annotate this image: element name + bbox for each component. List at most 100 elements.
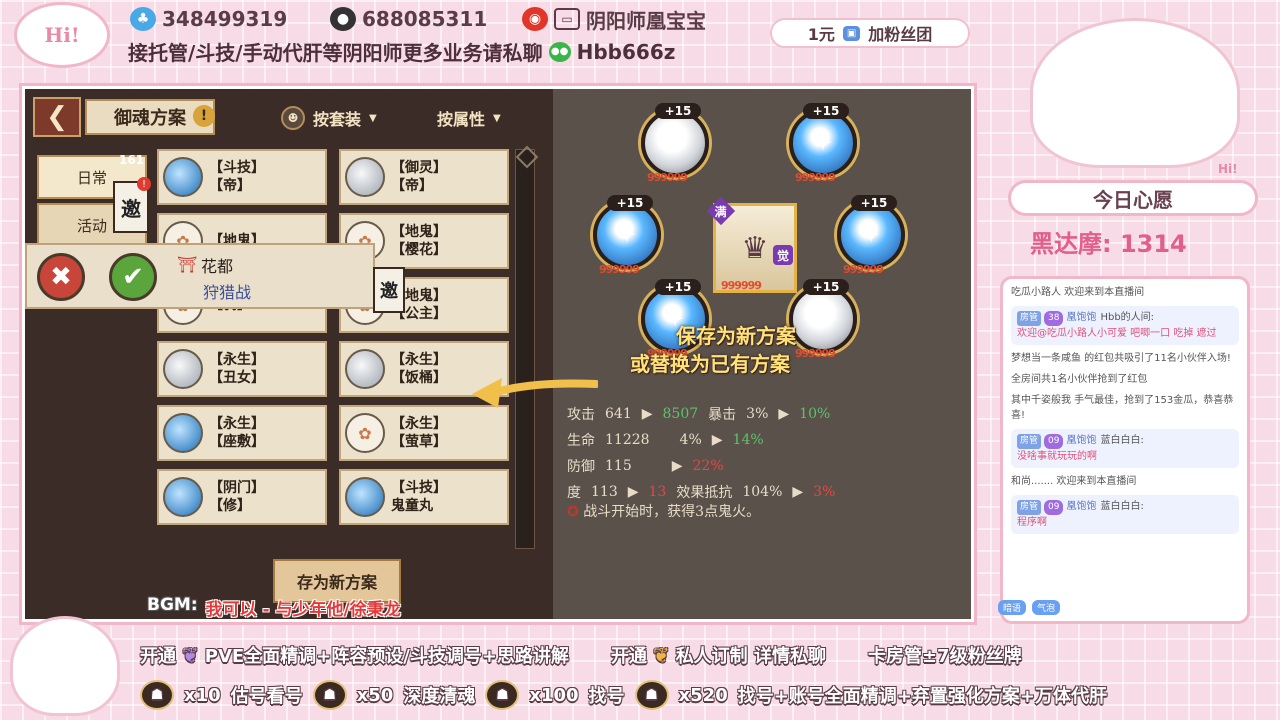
- cancel-button[interactable]: ✖: [37, 253, 85, 301]
- fan-card-service: 卡房管±7级粉丝牌: [867, 646, 1022, 667]
- plan-card-label: 【斗技】 鬼童丸: [391, 479, 447, 515]
- shikigami-slot[interactable]: +15 ✦ 999999: [789, 279, 857, 360]
- weibo-contact: ◉ ▭ 阴阳师凰宝宝: [522, 6, 706, 33]
- shikigami-avatar-icon: [163, 413, 203, 453]
- chat-message: 梦想当一条咸鱼 的红包共吸引了11名小伙伴入场!: [1011, 351, 1239, 366]
- scene-subtitle: 狩猎战: [203, 283, 252, 302]
- chat-username: 蓝白白白:: [1100, 501, 1144, 512]
- chat-body: 程序啊: [1017, 517, 1047, 528]
- shikigami-slot[interactable]: +15 ✦ 999999: [641, 103, 709, 184]
- plan-card[interactable]: 【斗技】 鬼童丸: [339, 469, 509, 525]
- effect-description: 战斗开始时，获得3点鬼火。: [583, 504, 761, 520]
- filter-attr-label: 按属性: [437, 110, 486, 129]
- star-rating: 999999: [795, 171, 836, 184]
- custom-service: 私人订制 详情私聊: [675, 646, 826, 667]
- game-window: ❮ 御魂方案 ! ☻ 按套装 ▼ 按属性 ▼ 日常 161 活动 邀 ! 【斗技…: [22, 86, 974, 622]
- plan-card[interactable]: 【永生】 【丑女】: [157, 341, 327, 397]
- open-label-2: 开通: [610, 646, 647, 667]
- center-portrait-icon: ♛: [741, 230, 769, 266]
- tab-event-label: 活动: [76, 216, 107, 235]
- stat-k1: 生命: [567, 433, 595, 449]
- qq-number: 688085311: [362, 7, 488, 31]
- effect-text: ✪ 战斗开始时，获得3点鬼火。: [567, 501, 760, 521]
- plan-card[interactable]: 【阴门】 【修】: [157, 469, 327, 525]
- weibo-icon: ◉: [522, 7, 548, 31]
- bgm-caption: BGM: 我可以 - 与少年他/徐秉龙: [147, 595, 401, 619]
- hi-badge: Hi!: [14, 2, 110, 68]
- fan-club-name: 凰饱饱: [1066, 435, 1097, 446]
- plan-card-line2: 【萤草】: [391, 434, 447, 450]
- plan-card-line2: 【修】: [209, 498, 251, 514]
- chat-username: 蓝白白白:: [1100, 435, 1144, 446]
- filter-by-attribute[interactable]: 按属性 ▼: [437, 103, 501, 133]
- plan-card-line1: 【永生】: [391, 352, 447, 368]
- stat-v2: 3%: [746, 406, 769, 422]
- notice-text: 接托管/斗技/手动代肝等阴阳师更多业务请私聊: [128, 41, 543, 65]
- dropdown-arrow-icon: ▼: [369, 112, 377, 124]
- stat-v1: 11228: [605, 432, 650, 448]
- star-rating: 999999: [795, 347, 836, 360]
- increase-arrow-icon: ▶: [778, 406, 790, 422]
- plan-card-label: 【斗技】 【帝】: [209, 159, 265, 195]
- qq-group-number: 348499319: [162, 7, 288, 31]
- increase-arrow-icon: ▶: [641, 406, 653, 422]
- plan-card-label: 【永生】 【萤草】: [391, 415, 447, 451]
- wechat-id: Hbb666z: [576, 39, 676, 64]
- top-banner: Hi! ♣ 348499319 ● 688085311 ◉ ▭ 阴阳师凰宝宝 接…: [0, 0, 1000, 70]
- fan-level-badge: 09: [1044, 434, 1064, 449]
- shikigami-slot[interactable]: +15 ✦ 999999: [837, 195, 905, 276]
- notification-dot: !: [137, 177, 151, 191]
- confirm-button[interactable]: ✔: [109, 253, 157, 301]
- invite-seal-2[interactable]: 邀: [373, 267, 405, 313]
- plan-card[interactable]: 【斗技】 【帝】: [157, 149, 327, 205]
- qq-group-icon: ♣: [130, 7, 156, 31]
- plan-card-line1: 【永生】: [209, 416, 265, 432]
- increase-arrow-icon: ▶: [627, 484, 639, 500]
- stat-row: 防御 115 ▶ 22%: [567, 453, 957, 479]
- list-scrollbar[interactable]: [515, 149, 535, 549]
- stat-d2: 22%: [692, 458, 724, 474]
- wish-item: 黑达摩: 1314: [1030, 230, 1187, 258]
- plan-card[interactable]: 【永生】 【座敷】: [157, 405, 327, 461]
- plan-card-line2: 【丑女】: [209, 370, 265, 386]
- plan-card[interactable]: 【御灵】 【帝】: [339, 149, 509, 205]
- info-icon[interactable]: !: [193, 105, 215, 127]
- plan-card-line2: 鬼童丸: [391, 498, 433, 514]
- bunny-mascot-image: [1030, 18, 1240, 168]
- chat-body: 欢迎@吃瓜小路人小可爱 吧唧一口 吃掉 遮过: [1017, 328, 1217, 339]
- plan-card-label: 【地鬼】 【樱花】: [391, 223, 447, 259]
- shikigami-slot[interactable]: +15 ✦ 999999: [593, 195, 661, 276]
- filter-by-suit[interactable]: ☻ 按套装 ▼: [281, 103, 377, 133]
- chat-message: 全房间共1名小伙伴抢到了红包: [1011, 372, 1239, 387]
- tv-icon: ▭: [554, 8, 580, 30]
- qq-icon: ●: [330, 7, 356, 31]
- stat-k1: 防御: [567, 459, 595, 475]
- wish-title: 今日心愿: [1008, 180, 1258, 216]
- chat-panel[interactable]: 吃瓜小路人 欢迎来到本直播间 房管 38 凰饱饱 Hbb的人间: 欢迎@吃瓜小路人小可爱 …: [1000, 276, 1250, 624]
- back-button[interactable]: ❮: [33, 97, 81, 137]
- stat-d1: 8507: [662, 406, 699, 422]
- promo-count: x10: [184, 684, 221, 706]
- save-hint-callout: 保存为新方案 或替换为已有方案: [630, 322, 796, 378]
- plan-card[interactable]: ✿ 【永生】 【萤草】: [339, 405, 509, 461]
- plan-card-line1: 【永生】: [209, 352, 265, 368]
- daruma-badge-icon: ☗: [485, 680, 520, 710]
- chat-toolbar-button[interactable]: 气泡: [1032, 600, 1061, 615]
- chat-toolbar-button[interactable]: 暗语: [998, 600, 1027, 615]
- plan-card-line2: 【帝】: [209, 178, 251, 194]
- chat-message: 房管 38 凰饱饱 Hbb的人间: 欢迎@吃瓜小路人小可爱 吧唧一口 吃掉 遮过: [1011, 306, 1239, 345]
- stat-v2: 104%: [742, 484, 783, 500]
- scene-selection-popup: ✖ ✔ ⛩ 花都 狩猎战 邀: [25, 243, 405, 313]
- shikigami-slot[interactable]: +15 ✦ 999999: [789, 103, 857, 184]
- shikigami-avatar-icon: [345, 349, 385, 389]
- stat-v1: 115: [605, 458, 632, 474]
- mask-icon: ☻: [281, 106, 305, 130]
- stat-v1: 113: [591, 484, 618, 500]
- open-label-1: 开通: [140, 646, 176, 667]
- center-stars: 999999: [721, 279, 762, 292]
- join-fan-club-button[interactable]: 1元 ▣ 加粉丝团: [770, 18, 970, 48]
- chat-message: 其中千姿般我 手气最佳，抢到了153金瓜，恭喜恭喜!: [1011, 393, 1239, 423]
- bgm-label: BGM:: [147, 595, 198, 615]
- bottom-promo-bar: 开通 ❦ PVE全面精调+阵容预设/斗技调号+思路讲解 开通 ❦ 私人订制 详情…: [0, 616, 1280, 720]
- promo-row-1: 开通 ❦ PVE全面精调+阵容预设/斗技调号+思路讲解 开通 ❦ 私人订制 详情…: [140, 642, 1022, 668]
